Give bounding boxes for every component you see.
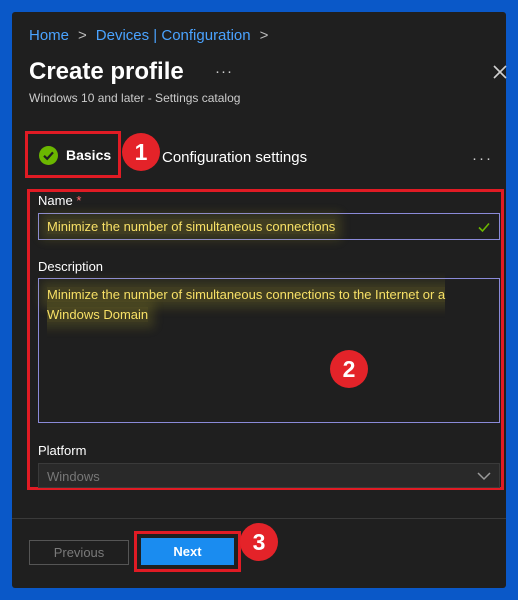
annotation-badge-1: 1 bbox=[122, 133, 160, 171]
more-tabs-icon[interactable]: ··· bbox=[472, 150, 493, 167]
next-button[interactable]: Next bbox=[141, 538, 234, 565]
annotation-box-next: Next bbox=[134, 531, 241, 572]
create-profile-panel: Home > Devices | Configuration > Create … bbox=[12, 12, 508, 588]
name-label: Name * bbox=[38, 193, 81, 208]
close-icon[interactable] bbox=[492, 64, 508, 80]
breadcrumb-devices-link[interactable]: Devices | Configuration bbox=[96, 27, 251, 44]
page-subtitle: Windows 10 and later - Settings catalog bbox=[29, 91, 241, 105]
platform-value: Windows bbox=[47, 469, 100, 484]
description-value-text: Minimize the number of simultaneous conn… bbox=[47, 287, 446, 322]
tab-configuration-settings[interactable]: Configuration settings bbox=[162, 149, 307, 166]
description-value: Minimize the number of simultaneous conn… bbox=[47, 285, 487, 325]
footer-divider bbox=[12, 518, 506, 519]
name-value: Minimize the number of simultaneous conn… bbox=[47, 219, 336, 234]
required-marker: * bbox=[76, 193, 82, 208]
description-field[interactable]: Minimize the number of simultaneous conn… bbox=[38, 278, 500, 423]
description-label: Description bbox=[38, 259, 104, 274]
name-field[interactable]: Minimize the number of simultaneous conn… bbox=[38, 213, 500, 240]
platform-select[interactable]: Windows bbox=[38, 463, 500, 488]
breadcrumb-home-link[interactable]: Home bbox=[29, 27, 69, 44]
platform-label: Platform bbox=[38, 443, 87, 458]
tab-basics[interactable]: Basics bbox=[25, 131, 121, 178]
valid-check-icon bbox=[478, 222, 490, 233]
name-label-text: Name bbox=[38, 193, 73, 208]
annotation-badge-2: 2 bbox=[330, 350, 368, 388]
tab-basics-label: Basics bbox=[66, 147, 112, 163]
breadcrumb: Home > Devices | Configuration > bbox=[29, 27, 277, 44]
more-options-icon[interactable]: ··· bbox=[215, 63, 233, 80]
annotation-badge-3: 3 bbox=[240, 523, 278, 561]
check-circle-icon bbox=[39, 146, 58, 165]
chevron-down-icon bbox=[477, 472, 491, 481]
breadcrumb-separator: > bbox=[259, 27, 269, 44]
previous-button[interactable]: Previous bbox=[29, 540, 129, 565]
page-title: Create profile bbox=[29, 58, 184, 85]
breadcrumb-separator: > bbox=[78, 27, 87, 44]
